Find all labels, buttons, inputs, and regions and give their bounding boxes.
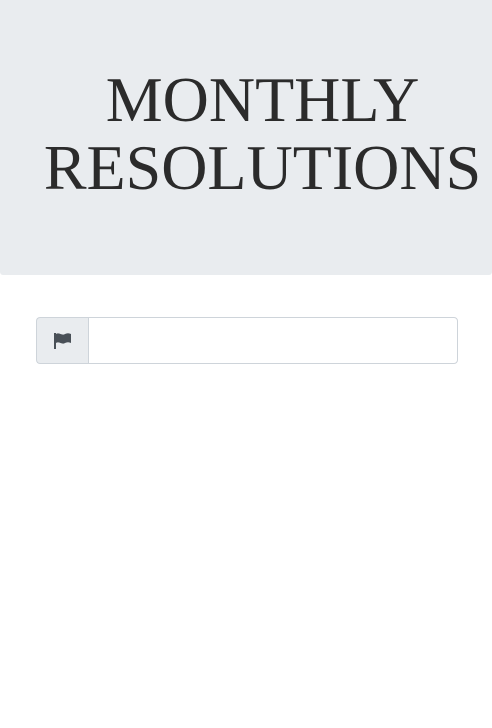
- jumbotron-header: MONTHLY RESOLUTIONS: [0, 0, 492, 275]
- input-addon: [36, 317, 88, 364]
- resolution-input[interactable]: [88, 317, 458, 364]
- resolution-input-group: [36, 317, 458, 364]
- page-title-line-2: RESOLUTIONS: [43, 132, 482, 203]
- page-title: MONTHLY RESOLUTIONS: [40, 66, 485, 202]
- page-title-line-1: MONTHLY: [105, 64, 420, 135]
- flag-icon: [53, 332, 73, 350]
